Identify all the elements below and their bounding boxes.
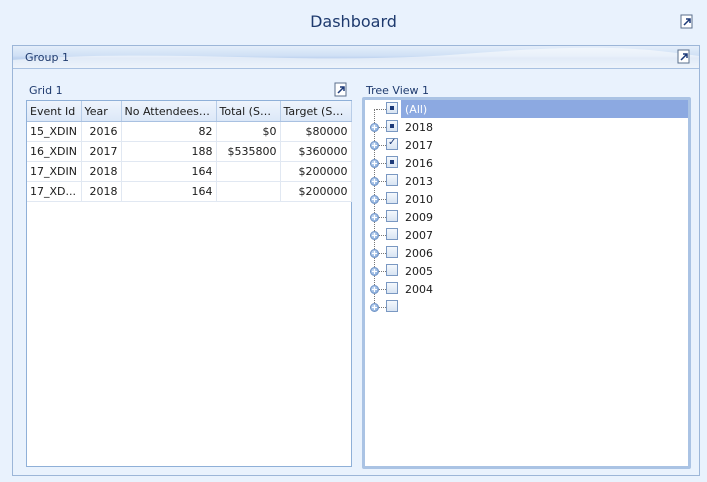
- tree-item-checkbox[interactable]: [386, 210, 398, 222]
- expand-icon[interactable]: [370, 249, 379, 258]
- cell-no-attendees: 82: [121, 121, 217, 142]
- dashboard-title: Dashboard: [310, 12, 397, 31]
- group-header: Group 1: [13, 46, 699, 69]
- tree-item-checkbox[interactable]: [386, 120, 398, 132]
- expand-icon[interactable]: [370, 303, 379, 312]
- table-row[interactable]: 17_XDIN 2018 164 $200000: [27, 161, 352, 182]
- column-header-year[interactable]: Year: [81, 101, 122, 122]
- tree-item-label: 2013: [405, 175, 433, 188]
- expand-icon[interactable]: [370, 231, 379, 240]
- grid-export-icon[interactable]: [334, 82, 348, 97]
- tree-item[interactable]: (All): [365, 100, 688, 118]
- expand-icon[interactable]: [370, 285, 379, 294]
- cell-total-sum: $0: [216, 121, 281, 142]
- tree-item-checkbox[interactable]: [386, 300, 398, 312]
- tree-item-checkbox[interactable]: [386, 246, 398, 258]
- cell-event-id: 15_XDIN: [27, 121, 82, 142]
- cell-no-attendees: 164: [121, 161, 217, 182]
- tree-item-checkbox[interactable]: ✓: [386, 137, 398, 150]
- tree-item-checkbox[interactable]: [386, 192, 398, 204]
- tree-item[interactable]: 2010: [365, 190, 688, 208]
- column-header-target-sum[interactable]: Target (Sum): [280, 101, 352, 122]
- tree-item-checkbox[interactable]: [386, 174, 398, 186]
- tree-item[interactable]: 2009: [365, 208, 688, 226]
- expand-icon[interactable]: [370, 213, 379, 222]
- tree-item-checkbox[interactable]: [386, 156, 398, 168]
- expand-icon[interactable]: [370, 195, 379, 204]
- cell-no-attendees: 188: [121, 141, 217, 162]
- cell-year: 2016: [81, 121, 122, 142]
- table-row[interactable]: 15_XDIN 2016 82 $0 $80000: [27, 121, 352, 142]
- tree-item-label: 2009: [405, 211, 433, 224]
- tree-caption: Tree View 1: [366, 84, 430, 97]
- cell-target-sum: $360000: [280, 141, 352, 162]
- expand-icon[interactable]: [370, 123, 379, 132]
- indeterminate-icon: [390, 106, 394, 110]
- cell-target-sum: $80000: [280, 121, 352, 142]
- checkmark-icon: ✓: [388, 137, 397, 148]
- tree-item[interactable]: ✓ 2017: [365, 136, 688, 154]
- tree-item-checkbox[interactable]: [386, 228, 398, 240]
- expand-icon[interactable]: [370, 267, 379, 276]
- table-row[interactable]: 17_XD... 2018 164 $200000: [27, 181, 352, 202]
- data-grid: Event Id Year No Attendees (... Total (S…: [26, 100, 352, 467]
- tree-item-label: (All): [405, 103, 428, 116]
- tree-item-checkbox[interactable]: [386, 282, 398, 294]
- tree-item[interactable]: 2004: [365, 280, 688, 298]
- tree-item[interactable]: 2005: [365, 262, 688, 280]
- cell-event-id: 16_XDIN: [27, 141, 82, 162]
- tree-item[interactable]: 2016: [365, 154, 688, 172]
- grid-caption: Grid 1: [29, 84, 63, 97]
- tree-item[interactable]: [365, 298, 688, 316]
- tree-item-label: 2005: [405, 265, 433, 278]
- tree-item[interactable]: 2018: [365, 118, 688, 136]
- table-row[interactable]: 16_XDIN 2017 188 $535800 $360000: [27, 141, 352, 162]
- expand-icon[interactable]: [370, 177, 379, 186]
- group-title: Group 1: [25, 51, 69, 64]
- tree-item-label: 2018: [405, 121, 433, 134]
- tree-item-label: 2016: [405, 157, 433, 170]
- tree-view: (All) 2018 ✓ 2017 2016 2013 2010 2009 2007 2006 20…: [362, 97, 691, 469]
- dashboard-export-icon[interactable]: [680, 14, 694, 29]
- indeterminate-icon: [390, 124, 394, 128]
- column-header-event-id[interactable]: Event Id: [27, 101, 82, 122]
- group-export-icon[interactable]: [677, 49, 691, 64]
- column-header-no-attendees[interactable]: No Attendees (...: [121, 101, 217, 122]
- selection-highlight: [401, 100, 688, 118]
- cell-target-sum: $200000: [280, 161, 352, 182]
- tree-item-label: 2017: [405, 139, 433, 152]
- cell-event-id: 17_XDIN: [27, 161, 82, 182]
- tree-item[interactable]: 2013: [365, 172, 688, 190]
- tree-item-label: 2010: [405, 193, 433, 206]
- cell-no-attendees: 164: [121, 181, 217, 202]
- tree-item[interactable]: 2007: [365, 226, 688, 244]
- cell-target-sum: $200000: [280, 181, 352, 202]
- cell-total-sum: [216, 181, 281, 202]
- indeterminate-icon: [390, 160, 394, 164]
- tree-item-label: 2004: [405, 283, 433, 296]
- cell-total-sum: [216, 161, 281, 182]
- cell-event-id: 17_XD...: [27, 181, 82, 202]
- tree-item-label: 2007: [405, 229, 433, 242]
- tree-item[interactable]: 2006: [365, 244, 688, 262]
- tree-item-checkbox[interactable]: [386, 102, 398, 114]
- cell-year: 2017: [81, 141, 122, 162]
- cell-year: 2018: [81, 161, 122, 182]
- tree-item-label: 2006: [405, 247, 433, 260]
- cell-total-sum: $535800: [216, 141, 281, 162]
- column-header-total-sum[interactable]: Total (Sum): [216, 101, 281, 122]
- grid-header-row: Event Id Year No Attendees (... Total (S…: [27, 101, 352, 122]
- expand-icon[interactable]: [370, 141, 379, 150]
- expand-icon[interactable]: [370, 159, 379, 168]
- cell-year: 2018: [81, 181, 122, 202]
- tree-connector-line: [376, 109, 386, 110]
- tree-item-checkbox[interactable]: [386, 264, 398, 276]
